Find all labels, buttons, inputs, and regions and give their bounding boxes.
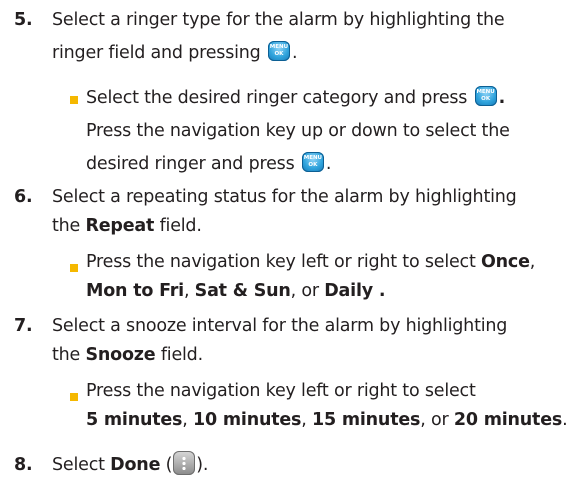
sub-step-7: Press the navigation key left or right t… bbox=[70, 377, 575, 435]
softkey-icon bbox=[173, 451, 196, 475]
step-text: Select Done (). bbox=[52, 449, 572, 482]
text-run: Select bbox=[52, 455, 111, 475]
step-number: 5. bbox=[14, 10, 33, 30]
text-run: . bbox=[325, 154, 332, 174]
text-run: ringer field and pressing bbox=[52, 43, 261, 63]
option: 15 minutes bbox=[312, 410, 421, 430]
text-run: ). bbox=[196, 455, 209, 475]
sub-line: Mon to Fri, Sat & Sun, or Daily . bbox=[70, 277, 575, 306]
option: Sat & Sun bbox=[194, 281, 291, 301]
text-run: field. bbox=[154, 216, 202, 236]
text-run: field. bbox=[155, 345, 203, 365]
step-number: 8. bbox=[14, 455, 33, 475]
step-number: 6. bbox=[14, 187, 33, 207]
field-name: Snooze bbox=[85, 345, 156, 365]
key-bottom-label: OK bbox=[481, 96, 491, 102]
text-run: desired ringer and press bbox=[86, 154, 295, 174]
text-run: , or bbox=[420, 410, 454, 430]
text-run: Press the navigation key left or right t… bbox=[86, 252, 481, 272]
option: 20 minutes bbox=[453, 410, 563, 430]
text-run: Select the desired ringer category and p… bbox=[86, 88, 468, 108]
step-line: Select Done (). bbox=[52, 449, 572, 482]
sub-line: Press the navigation key left or right t… bbox=[70, 248, 575, 277]
text-run: the bbox=[52, 345, 86, 365]
option: Mon to Fri bbox=[86, 281, 184, 301]
key-top-label: MENU bbox=[269, 44, 289, 50]
step-line: the Snooze field. bbox=[52, 339, 572, 372]
sub-line: Press the navigation key left or right t… bbox=[86, 381, 476, 401]
text-run: . bbox=[291, 43, 298, 63]
step-text: Select a snooze interval for the alarm b… bbox=[52, 310, 572, 372]
step-text: Select a ringer type for the alarm by hi… bbox=[52, 4, 572, 70]
sub-line: 5 minutes, 10 minutes, 15 minutes, or 20… bbox=[70, 406, 575, 435]
text-run: , bbox=[183, 281, 195, 301]
sub-line: Press the navigation key up or down to s… bbox=[86, 121, 510, 141]
text-run: , bbox=[182, 410, 194, 430]
step-line: ringer field and pressing MENU OK. bbox=[52, 37, 572, 70]
text-run: the bbox=[52, 216, 86, 236]
menu-ok-key-icon: MENU OK bbox=[267, 41, 290, 61]
text-run: , or bbox=[290, 281, 325, 301]
sub-step-5: Select the desired ringer category and p… bbox=[70, 82, 575, 181]
sub-line: desired ringer and press MENU OK. bbox=[70, 148, 575, 181]
step-text: Select a repeating status for the alarm … bbox=[52, 181, 572, 243]
key-top-label: MENU bbox=[476, 89, 495, 95]
text-run: . bbox=[562, 410, 568, 430]
text-run: , bbox=[529, 252, 536, 272]
text-run: , bbox=[301, 410, 312, 430]
dots-icon bbox=[182, 456, 187, 470]
step-number: 7. bbox=[14, 316, 33, 336]
text-run: . bbox=[498, 88, 506, 108]
menu-ok-key-icon: MENU OK bbox=[301, 152, 324, 172]
field-name: Repeat bbox=[85, 216, 155, 236]
text-run: ( bbox=[160, 455, 173, 475]
option: 5 minutes bbox=[86, 410, 183, 430]
key-bottom-label: OK bbox=[274, 51, 284, 57]
step-line: the Repeat field. bbox=[52, 210, 572, 243]
step-line: Select a ringer type for the alarm by hi… bbox=[52, 10, 505, 30]
option: Daily . bbox=[324, 281, 386, 301]
key-bottom-label: OK bbox=[308, 162, 318, 168]
manual-page: 5. Select a ringer type for the alarm by… bbox=[0, 0, 580, 491]
menu-ok-key-icon: MENU OK bbox=[474, 86, 497, 106]
sub-step-6: Press the navigation key left or right t… bbox=[70, 248, 575, 306]
option: Once bbox=[481, 252, 530, 272]
key-top-label: MENU bbox=[303, 155, 323, 161]
field-name: Done bbox=[110, 455, 161, 475]
sub-line: Select the desired ringer category and p… bbox=[70, 82, 575, 115]
option: 10 minutes bbox=[193, 410, 302, 430]
